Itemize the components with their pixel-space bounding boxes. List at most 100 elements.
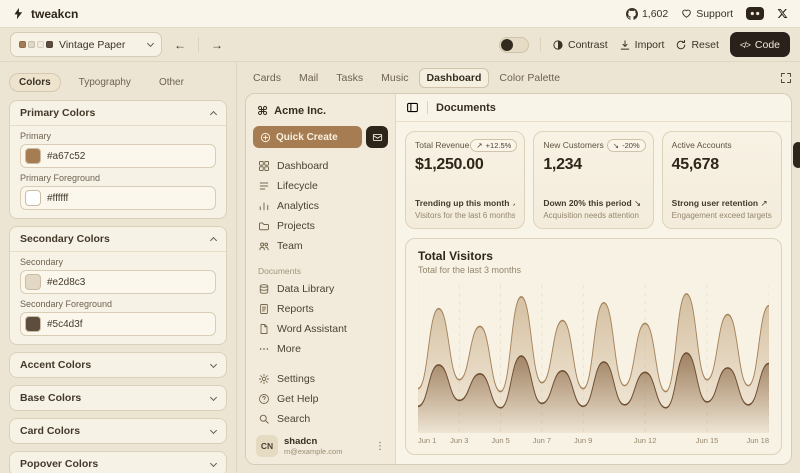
sidebar-item-team[interactable]: Team bbox=[253, 236, 388, 256]
undo-button[interactable]: ← bbox=[169, 34, 191, 56]
sidebar-item-dashboard[interactable]: Dashboard bbox=[253, 156, 388, 176]
accordion-body: Primary #a67c52 Primary Foreground #ffff… bbox=[10, 125, 226, 218]
sidebar-item-data-library[interactable]: Data Library bbox=[253, 279, 388, 299]
stat-value: $1,250.00 bbox=[415, 156, 515, 174]
page-scrollbar-thumb[interactable] bbox=[793, 142, 800, 168]
demo-sidebar: ⌘ Acme Inc. Quick Create bbox=[246, 94, 396, 464]
accordion-header[interactable]: Secondary Colors bbox=[10, 227, 226, 251]
color-swatch[interactable] bbox=[25, 190, 41, 206]
chevron-down-icon bbox=[210, 360, 217, 367]
sidebar-item-get-help[interactable]: Get Help bbox=[253, 389, 388, 409]
toolbar-actions: Contrast Import Reset </> Code bbox=[499, 32, 790, 57]
color-swatch[interactable] bbox=[25, 274, 41, 290]
accordion-primary-colors: Primary Colors Primary #a67c52 Primary F… bbox=[9, 100, 227, 219]
theme-select[interactable]: Vintage Paper bbox=[10, 32, 162, 57]
redo-button[interactable]: → bbox=[206, 34, 228, 56]
section-title: Base Colors bbox=[20, 392, 81, 404]
sidebar-section-label: Documents bbox=[253, 256, 388, 279]
stat-foot-sub: Engagement exceed targets bbox=[672, 211, 772, 220]
quick-create-button[interactable]: Quick Create bbox=[253, 126, 362, 148]
color-input-primary[interactable]: #a67c52 bbox=[20, 144, 216, 168]
tab-colors[interactable]: Colors bbox=[9, 73, 61, 92]
search-icon bbox=[258, 413, 270, 425]
chevron-down-icon bbox=[210, 459, 217, 466]
user-menu[interactable]: CN shadcn m@example.com ⋮ bbox=[253, 429, 388, 457]
chevron-down-icon bbox=[210, 426, 217, 433]
import-button[interactable]: Import bbox=[619, 39, 665, 51]
tab-tasks[interactable]: Tasks bbox=[328, 68, 371, 88]
sidebar-item-lifecycle[interactable]: Lifecycle bbox=[253, 176, 388, 196]
x-social-button[interactable] bbox=[777, 8, 788, 19]
sidebar-item-label: Word Assistant bbox=[277, 323, 347, 335]
theme-swatch bbox=[28, 41, 35, 48]
color-swatch[interactable] bbox=[25, 316, 41, 332]
org-name: Acme Inc. bbox=[274, 105, 326, 117]
accordion-header[interactable]: Primary Colors bbox=[10, 101, 226, 125]
sidebar-item-label: Settings bbox=[277, 373, 315, 385]
sidebar-item-search[interactable]: Search bbox=[253, 409, 388, 429]
tab-other[interactable]: Other bbox=[149, 73, 194, 92]
color-input-primary-foreground[interactable]: #ffffff bbox=[20, 186, 216, 210]
command-icon: ⌘ bbox=[257, 104, 268, 118]
stat-footer: Down 20% this period ↘ Acquisition needs… bbox=[543, 198, 643, 220]
color-input-secondary[interactable]: #e2d8c3 bbox=[20, 270, 216, 294]
brand-group[interactable]: tweakcn bbox=[12, 7, 78, 21]
heart-icon bbox=[681, 8, 692, 19]
sidebar-item-more[interactable]: More bbox=[253, 339, 388, 359]
trend-badge: ↘ -20% bbox=[607, 139, 646, 152]
user-name: shadcn bbox=[284, 436, 342, 447]
color-swatch[interactable] bbox=[25, 148, 41, 164]
stat-foot-line: Strong user retention bbox=[672, 198, 758, 208]
tab-mail[interactable]: Mail bbox=[291, 68, 326, 88]
sidebar-item-reports[interactable]: Reports bbox=[253, 299, 388, 319]
area-chart[interactable] bbox=[418, 285, 769, 433]
sidebar-item-settings[interactable]: Settings bbox=[253, 369, 388, 389]
divider bbox=[540, 37, 541, 52]
area-chart-svg bbox=[418, 285, 769, 433]
stat-value: 1,234 bbox=[543, 156, 643, 174]
support-button[interactable]: Support bbox=[681, 8, 733, 20]
stat-value: 45,678 bbox=[672, 156, 772, 174]
tab-color-palette[interactable]: Color Palette bbox=[491, 68, 568, 88]
chevron-up-icon bbox=[210, 236, 217, 243]
demo-main: Documents Total Revenue ↗ +12.5% $1,250.… bbox=[396, 94, 791, 464]
discord-button[interactable] bbox=[746, 7, 764, 20]
accordion-header[interactable]: Base Colors bbox=[10, 386, 226, 410]
tab-dashboard[interactable]: Dashboard bbox=[419, 68, 490, 88]
user-menu-button[interactable]: ⋮ bbox=[375, 441, 385, 452]
sidebar-toggle-button[interactable] bbox=[406, 101, 419, 114]
sidebar-item-projects[interactable]: Projects bbox=[253, 216, 388, 236]
org-switcher[interactable]: ⌘ Acme Inc. bbox=[253, 102, 388, 126]
github-icon bbox=[626, 8, 638, 20]
sidebar-item-word-assistant[interactable]: Word Assistant bbox=[253, 319, 388, 339]
x-tick: Jun 3 bbox=[450, 436, 468, 445]
hex-value: #ffffff bbox=[47, 193, 68, 204]
fullscreen-icon bbox=[780, 72, 792, 84]
tab-music[interactable]: Music bbox=[373, 68, 416, 88]
badge-value: +12.5% bbox=[486, 141, 512, 150]
color-input-secondary-foreground[interactable]: #5c4d3f bbox=[20, 312, 216, 336]
code-button[interactable]: </> Code bbox=[730, 32, 790, 57]
fullscreen-button[interactable] bbox=[780, 72, 792, 84]
theme-swatch bbox=[37, 41, 44, 48]
sidebar-item-analytics[interactable]: Analytics bbox=[253, 196, 388, 216]
contrast-button[interactable]: Contrast bbox=[552, 39, 608, 51]
tab-typography[interactable]: Typography bbox=[69, 73, 141, 92]
x-tick: Jun 9 bbox=[574, 436, 592, 445]
import-label: Import bbox=[635, 39, 665, 51]
users-icon bbox=[258, 240, 270, 252]
dark-mode-toggle[interactable] bbox=[499, 37, 529, 53]
accordion-header[interactable]: Card Colors bbox=[10, 419, 226, 443]
inbox-button[interactable] bbox=[366, 126, 388, 148]
tab-cards[interactable]: Cards bbox=[245, 68, 289, 88]
code-label: Code bbox=[755, 39, 780, 51]
github-stars-count: 1,602 bbox=[642, 8, 668, 20]
accordion-header[interactable]: Popover Colors bbox=[10, 452, 226, 473]
accordion-card-colors: Card Colors bbox=[9, 418, 227, 444]
github-stars-button[interactable]: 1,602 bbox=[626, 8, 668, 20]
accordion-header[interactable]: Accent Colors bbox=[10, 353, 226, 377]
reset-button[interactable]: Reset bbox=[675, 39, 718, 51]
mail-icon bbox=[372, 132, 383, 143]
sidebar-item-label: Get Help bbox=[277, 393, 318, 405]
section-title: Popover Colors bbox=[20, 458, 98, 470]
